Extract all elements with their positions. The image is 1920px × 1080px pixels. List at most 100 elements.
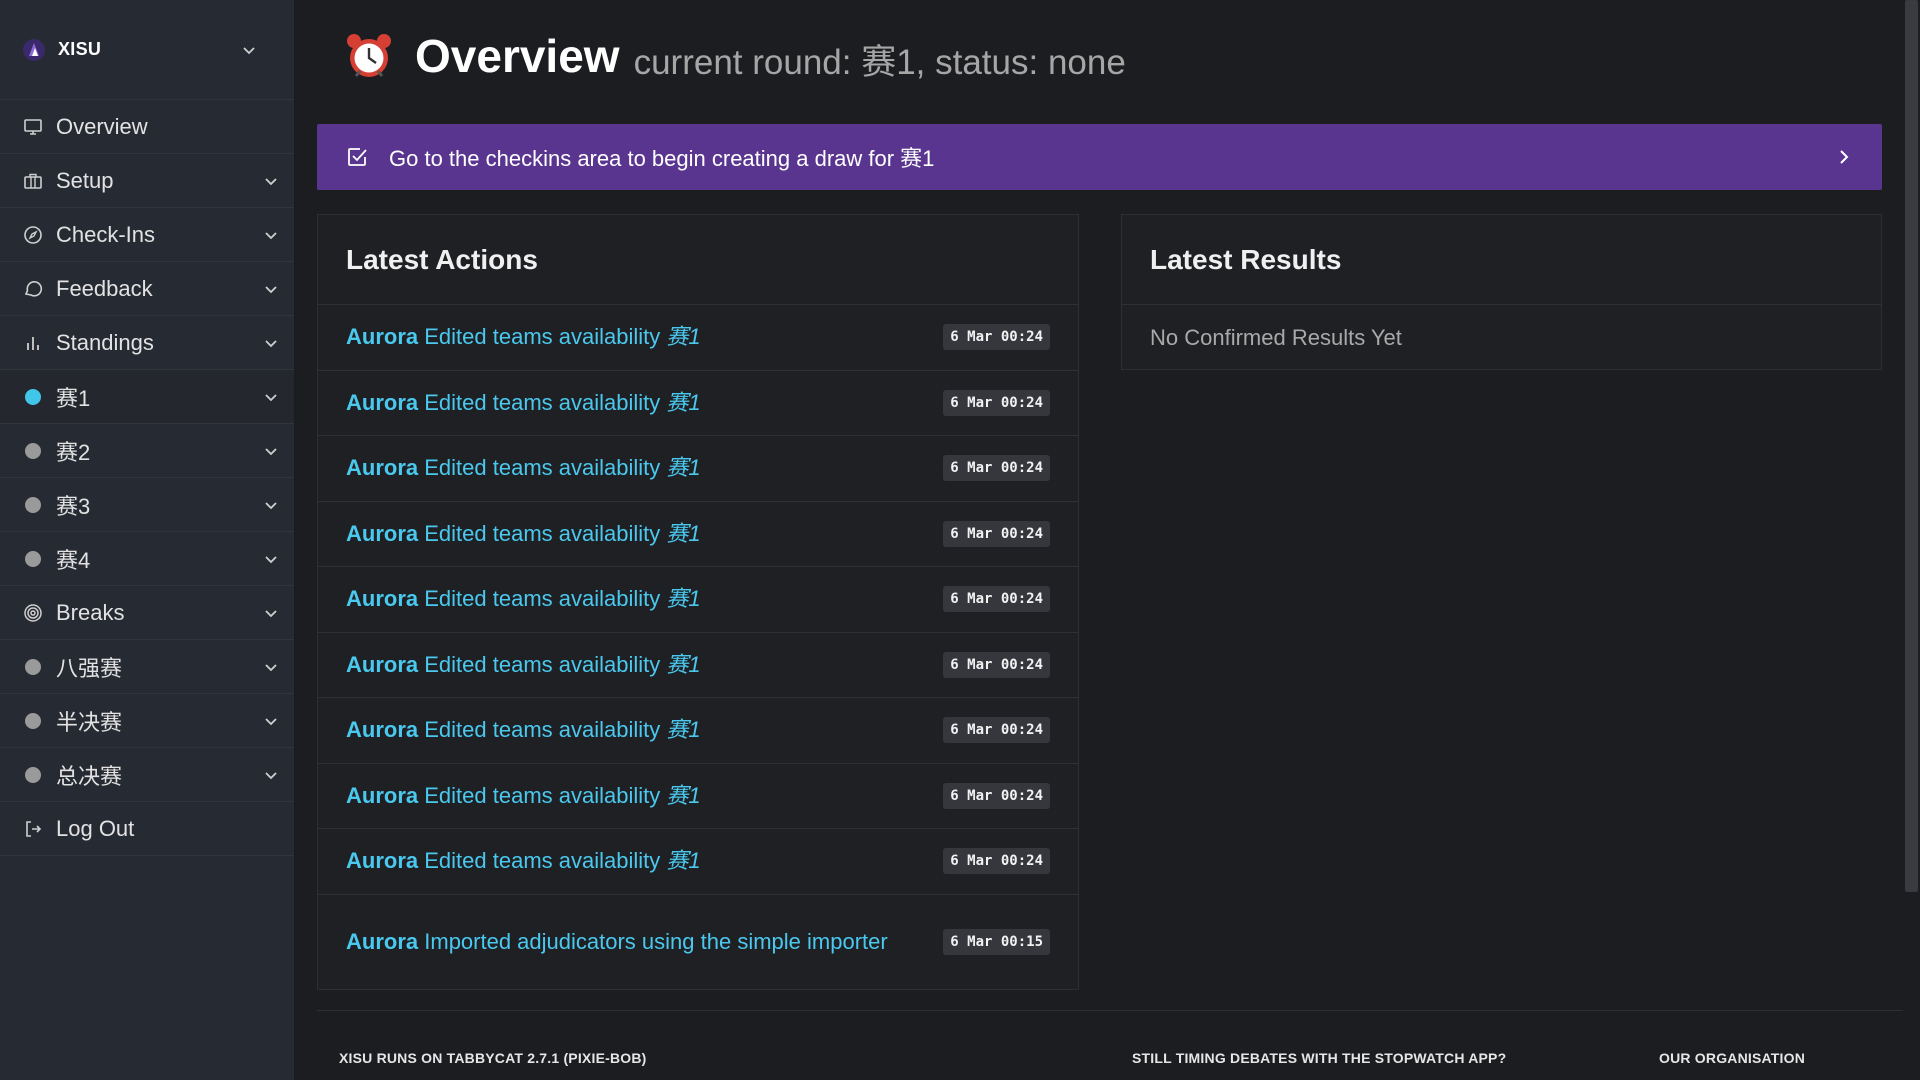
action-description: Edited teams availability <box>424 717 661 743</box>
action-text[interactable]: Aurora Imported adjudicators using the s… <box>346 927 943 957</box>
action-description: Edited teams availability <box>424 455 661 481</box>
action-description: Edited teams availability <box>424 651 661 677</box>
action-text[interactable]: Aurora Edited teams availability 赛1 <box>346 388 943 418</box>
page-title: Overview <box>415 30 620 82</box>
action-user[interactable]: Aurora <box>346 521 418 546</box>
action-row: Aurora Edited teams availability 赛1 6 Mar… <box>318 502 1078 567</box>
timestamp-badge: 6 Mar 00:24 <box>943 651 1050 678</box>
action-user[interactable]: Aurora <box>346 848 418 873</box>
action-user[interactable]: Aurora <box>346 455 418 480</box>
sidebar-item-round1[interactable]: 赛1 <box>0 370 294 424</box>
action-user[interactable]: Aurora <box>346 783 418 808</box>
action-text[interactable]: Aurora Edited teams availability 赛1 <box>346 781 943 811</box>
action-text[interactable]: Aurora Edited teams availability 赛1 <box>346 584 943 614</box>
latest-results-card: Latest Results No Confirmed Results Yet <box>1121 214 1882 370</box>
sidebar-item-round4[interactable]: 赛4 <box>0 532 294 586</box>
action-text[interactable]: Aurora Edited teams availability 赛1 <box>346 650 943 680</box>
action-text[interactable]: Aurora Edited teams availability 赛1 <box>346 453 943 483</box>
latest-results-title: Latest Results <box>1122 215 1881 305</box>
sidebar-item-setup[interactable]: Setup <box>0 154 294 208</box>
action-text[interactable]: Aurora Edited teams availability 赛1 <box>346 519 943 549</box>
sidebar-item-quarterfinal[interactable]: 八强赛 <box>0 640 294 694</box>
brand-header[interactable]: XISU <box>0 0 294 100</box>
action-row: Aurora Imported adjudicators using the s… <box>318 895 1078 989</box>
status-dot-icon <box>22 548 44 570</box>
action-round[interactable]: 赛1 <box>666 324 700 349</box>
action-row: Aurora Edited teams availability 赛1 6 Mar… <box>318 698 1078 764</box>
chevron-down-icon[interactable] <box>262 766 280 784</box>
action-user[interactable]: Aurora <box>346 324 418 349</box>
banner-text: Go to the checkins area to begin creatin… <box>389 146 935 171</box>
action-round[interactable]: 赛1 <box>666 652 700 677</box>
chevron-down-icon[interactable] <box>262 604 280 622</box>
results-empty-text: No Confirmed Results Yet <box>1150 324 1402 350</box>
sidebar-item-label: Breaks <box>56 599 125 625</box>
chevron-down-icon[interactable] <box>262 658 280 676</box>
sidebar-item-logout[interactable]: Log Out <box>0 802 294 856</box>
chevron-down-icon[interactable] <box>262 172 280 190</box>
checkbox-icon <box>348 148 367 166</box>
chevron-down-icon[interactable] <box>262 388 280 406</box>
sidebar-item-breaks[interactable]: Breaks <box>0 586 294 640</box>
scrollbar-thumb[interactable] <box>1905 0 1918 892</box>
sidebar-item-final[interactable]: 总决赛 <box>0 748 294 802</box>
action-user[interactable]: Aurora <box>346 586 418 611</box>
action-text[interactable]: Aurora Edited teams availability 赛1 <box>346 322 943 352</box>
footer-divider <box>317 1010 1903 1011</box>
action-round[interactable]: 赛1 <box>666 390 700 415</box>
chevron-down-icon[interactable] <box>262 550 280 568</box>
sidebar-item-standings[interactable]: Standings <box>0 316 294 370</box>
main-content: Overview current round: 赛1, status: none… <box>295 0 1903 1080</box>
footer-middle[interactable]: STILL TIMING DEBATES WITH THE STOPWATCH … <box>1132 1050 1506 1066</box>
chevron-down-icon[interactable] <box>262 226 280 244</box>
sidebar-item-round3[interactable]: 赛3 <box>0 478 294 532</box>
action-round[interactable]: 赛1 <box>666 848 700 873</box>
status-dot-icon <box>22 656 44 678</box>
action-round[interactable]: 赛1 <box>666 783 700 808</box>
sidebar-item-checkins[interactable]: Check-Ins <box>0 208 294 262</box>
page-scrollbar[interactable] <box>1903 0 1920 1080</box>
action-round[interactable]: 赛1 <box>666 586 700 611</box>
brand-name: XISU <box>58 39 102 59</box>
chevron-right-icon <box>1840 150 1849 164</box>
status-dot-icon <box>22 710 44 732</box>
footer-left[interactable]: XISU RUNS ON TABBYCAT 2.7.1 (PIXIE-BOB) <box>339 1050 647 1066</box>
action-user[interactable]: Aurora <box>346 717 418 742</box>
page-header: Overview current round: 赛1, status: none <box>295 0 1903 112</box>
action-round[interactable]: 赛1 <box>666 455 700 480</box>
status-dot-icon <box>22 764 44 786</box>
action-description: Edited teams availability <box>424 848 661 874</box>
action-round[interactable]: 赛1 <box>666 521 700 546</box>
chevron-down-icon[interactable] <box>240 41 258 59</box>
action-user[interactable]: Aurora <box>346 390 418 415</box>
action-row: Aurora Edited teams availability 赛1 6 Mar… <box>318 436 1078 502</box>
timestamp-badge: 6 Mar 00:24 <box>943 389 1050 416</box>
sidebar-item-round2[interactable]: 赛2 <box>0 424 294 478</box>
tournament-logo-icon <box>23 38 45 61</box>
timestamp-badge: 6 Mar 00:24 <box>943 455 1050 482</box>
latest-actions-title: Latest Actions <box>318 215 1078 305</box>
page-subtitle: current round: 赛1, status: none <box>633 42 1126 82</box>
action-round[interactable]: 赛1 <box>666 717 700 742</box>
action-text[interactable]: Aurora Edited teams availability 赛1 <box>346 715 943 745</box>
action-row: Aurora Edited teams availability 赛1 6 Mar… <box>318 764 1078 829</box>
chevron-down-icon[interactable] <box>262 496 280 514</box>
chevron-down-icon[interactable] <box>262 712 280 730</box>
message-circle-icon <box>22 278 44 300</box>
action-text[interactable]: Aurora Edited teams availability 赛1 <box>346 846 943 876</box>
sidebar-item-feedback[interactable]: Feedback <box>0 262 294 316</box>
timestamp-badge: 6 Mar 00:24 <box>943 324 1050 351</box>
sidebar-item-overview[interactable]: Overview <box>0 100 294 154</box>
alarm-clock-icon <box>347 34 391 77</box>
sidebar-item-semifinal[interactable]: 半决赛 <box>0 694 294 748</box>
chevron-down-icon[interactable] <box>262 442 280 460</box>
status-dot-icon <box>22 386 44 408</box>
timestamp-badge: 6 Mar 00:24 <box>943 782 1050 809</box>
action-user[interactable]: Aurora <box>346 929 418 954</box>
checkins-banner[interactable]: Go to the checkins area to begin creatin… <box>317 124 1882 190</box>
sidebar-item-label: 八强赛 <box>56 655 123 681</box>
chevron-down-icon[interactable] <box>262 280 280 298</box>
action-user[interactable]: Aurora <box>346 652 418 677</box>
footer-right[interactable]: OUR ORGANISATION <box>1659 1050 1805 1066</box>
chevron-down-icon[interactable] <box>262 334 280 352</box>
